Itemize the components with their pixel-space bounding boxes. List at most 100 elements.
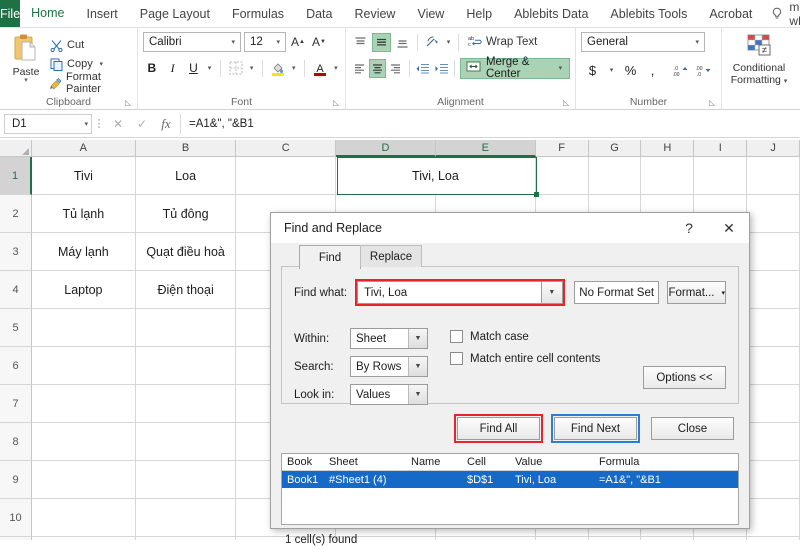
cell-F1[interactable] — [535, 157, 589, 195]
font-color-button[interactable]: A — [311, 59, 329, 78]
align-left-button[interactable] — [351, 59, 367, 78]
cell-J3[interactable] — [747, 233, 800, 271]
cell-A3[interactable]: Máy lạnh — [32, 233, 136, 271]
font-size-input[interactable]: 12 ▾ — [244, 32, 286, 52]
find-what-input[interactable]: Tivi, Loa — [357, 281, 542, 304]
match-case-checkbox[interactable]: Match case — [450, 330, 600, 343]
row-header-2[interactable]: 2 — [0, 195, 32, 233]
cell-G1[interactable] — [588, 157, 642, 195]
cell-B3[interactable]: Quạt điều hoà — [135, 233, 237, 271]
merge-and-center-button[interactable]: Merge & Center ▾ — [459, 56, 571, 80]
results-header-book[interactable]: Book — [282, 454, 324, 470]
alignment-dialog-launcher-icon[interactable]: ◺ — [563, 98, 572, 107]
tab-data[interactable]: Data — [295, 0, 343, 27]
increase-font-size-button[interactable]: A ▲ — [289, 33, 307, 52]
within-chevron-down-icon[interactable]: ▼ — [408, 329, 427, 348]
cell-B2[interactable]: Tủ đông — [135, 195, 237, 233]
cell-J8[interactable] — [747, 423, 800, 461]
confirm-entry-icon[interactable]: ✓ — [130, 114, 154, 134]
align-top-button[interactable] — [351, 33, 370, 52]
results-header-cell[interactable]: Cell — [462, 454, 510, 470]
name-box-chevron-down-icon[interactable]: ▾ — [84, 120, 88, 128]
copy-chevron-down-icon[interactable]: ▾ — [97, 60, 106, 68]
results-header-value[interactable]: Value — [510, 454, 594, 470]
tab-acrobat[interactable]: Acrobat — [698, 0, 763, 27]
tab-ablebits-data[interactable]: Ablebits Data — [503, 0, 599, 27]
format-chevron-down-icon[interactable]: ▾ — [721, 289, 725, 297]
row-header-10[interactable]: 10 — [0, 499, 32, 537]
name-box[interactable]: D1 ▾ — [4, 113, 92, 134]
help-button[interactable]: ? — [669, 213, 709, 243]
copy-button[interactable]: Copy ▾ — [49, 56, 132, 73]
cell-B7[interactable] — [135, 385, 237, 423]
row-header-1[interactable]: 1 — [0, 157, 32, 195]
column-header-B[interactable]: B — [135, 140, 237, 157]
italic-button[interactable]: I — [164, 59, 182, 78]
no-format-set-button[interactable]: No Format Set — [573, 281, 660, 304]
cell-J7[interactable] — [747, 385, 800, 423]
cell-J10[interactable] — [747, 499, 800, 537]
lookin-chevron-down-icon[interactable]: ▼ — [408, 385, 427, 404]
column-header-H[interactable]: H — [641, 140, 695, 157]
tab-page-layout[interactable]: Page Layout — [129, 0, 221, 27]
borders-chevron-down-icon[interactable]: ▾ — [247, 64, 255, 72]
cell-J6[interactable] — [747, 347, 800, 385]
number-format-select[interactable]: General ▾ — [581, 32, 705, 52]
insert-function-icon[interactable]: fx — [154, 114, 178, 134]
tab-find[interactable]: Find — [299, 245, 361, 269]
font-name-chevron-down-icon[interactable]: ▾ — [228, 38, 238, 46]
percent-style-button[interactable]: % — [623, 61, 638, 80]
tab-insert[interactable]: Insert — [76, 0, 129, 27]
increase-indent-button[interactable] — [433, 59, 449, 78]
orientation-button[interactable] — [423, 33, 442, 52]
cell-J5[interactable] — [747, 309, 800, 347]
column-header-F[interactable]: F — [535, 140, 589, 157]
options-button[interactable]: Options << — [643, 366, 726, 389]
column-header-D[interactable]: D — [336, 140, 436, 157]
find-all-button[interactable]: Find All — [457, 417, 540, 440]
row-header-3[interactable]: 3 — [0, 233, 32, 271]
cell-A7[interactable] — [32, 385, 136, 423]
underline-button[interactable]: U — [185, 59, 203, 78]
cell-B4[interactable]: Điện thoại — [135, 271, 237, 309]
merge-center-chevron-down-icon[interactable]: ▾ — [557, 64, 564, 72]
cell-J4[interactable] — [747, 271, 800, 309]
close-button[interactable]: Close — [651, 417, 734, 440]
underline-chevron-down-icon[interactable]: ▾ — [205, 64, 213, 72]
within-select[interactable]: Sheet ▼ — [350, 328, 428, 349]
column-header-I[interactable]: I — [694, 140, 748, 157]
cell-C1[interactable] — [236, 157, 337, 195]
number-format-chevron-down-icon[interactable]: ▾ — [692, 38, 702, 46]
cell-B9[interactable] — [135, 461, 237, 499]
row-header-5[interactable]: 5 — [0, 309, 32, 347]
bold-button[interactable]: B — [143, 59, 161, 78]
column-header-G[interactable]: G — [588, 140, 642, 157]
currency-chevron-down-icon[interactable]: ▾ — [607, 66, 616, 74]
cell-J1[interactable] — [747, 157, 800, 195]
orientation-chevron-down-icon[interactable]: ▾ — [444, 38, 453, 46]
tab-view[interactable]: View — [406, 0, 455, 27]
tab-replace[interactable]: Replace — [360, 245, 422, 267]
conditional-formatting-chevron-down-icon[interactable]: ▾ — [784, 78, 788, 85]
formula-input[interactable]: =A1&", "&B1 — [180, 113, 796, 134]
paste-button[interactable]: Paste ▾ — [5, 31, 47, 95]
cut-button[interactable]: Cut — [49, 37, 132, 54]
clipboard-dialog-launcher-icon[interactable]: ◺ — [125, 98, 134, 107]
cell-B10[interactable] — [135, 499, 237, 537]
lookin-select[interactable]: Values ▼ — [350, 384, 428, 405]
column-header-C[interactable]: C — [236, 140, 337, 157]
search-select[interactable]: By Rows ▼ — [350, 356, 428, 377]
increase-decimal-button[interactable]: .0.00 — [673, 61, 689, 80]
row-header-7[interactable]: 7 — [0, 385, 32, 423]
cell-A8[interactable] — [32, 423, 136, 461]
cell-A4[interactable]: Laptop — [32, 271, 136, 309]
select-all-corner[interactable] — [0, 140, 32, 157]
tab-formulas[interactable]: Formulas — [221, 0, 295, 27]
tab-file[interactable]: File — [0, 0, 21, 27]
cell-A1[interactable]: Tivi — [32, 157, 136, 195]
search-chevron-down-icon[interactable]: ▼ — [408, 357, 427, 376]
font-size-chevron-down-icon[interactable]: ▾ — [273, 38, 283, 46]
fill-color-button[interactable] — [269, 59, 287, 78]
column-header-A[interactable]: A — [31, 140, 136, 157]
decrease-indent-button[interactable] — [415, 59, 431, 78]
